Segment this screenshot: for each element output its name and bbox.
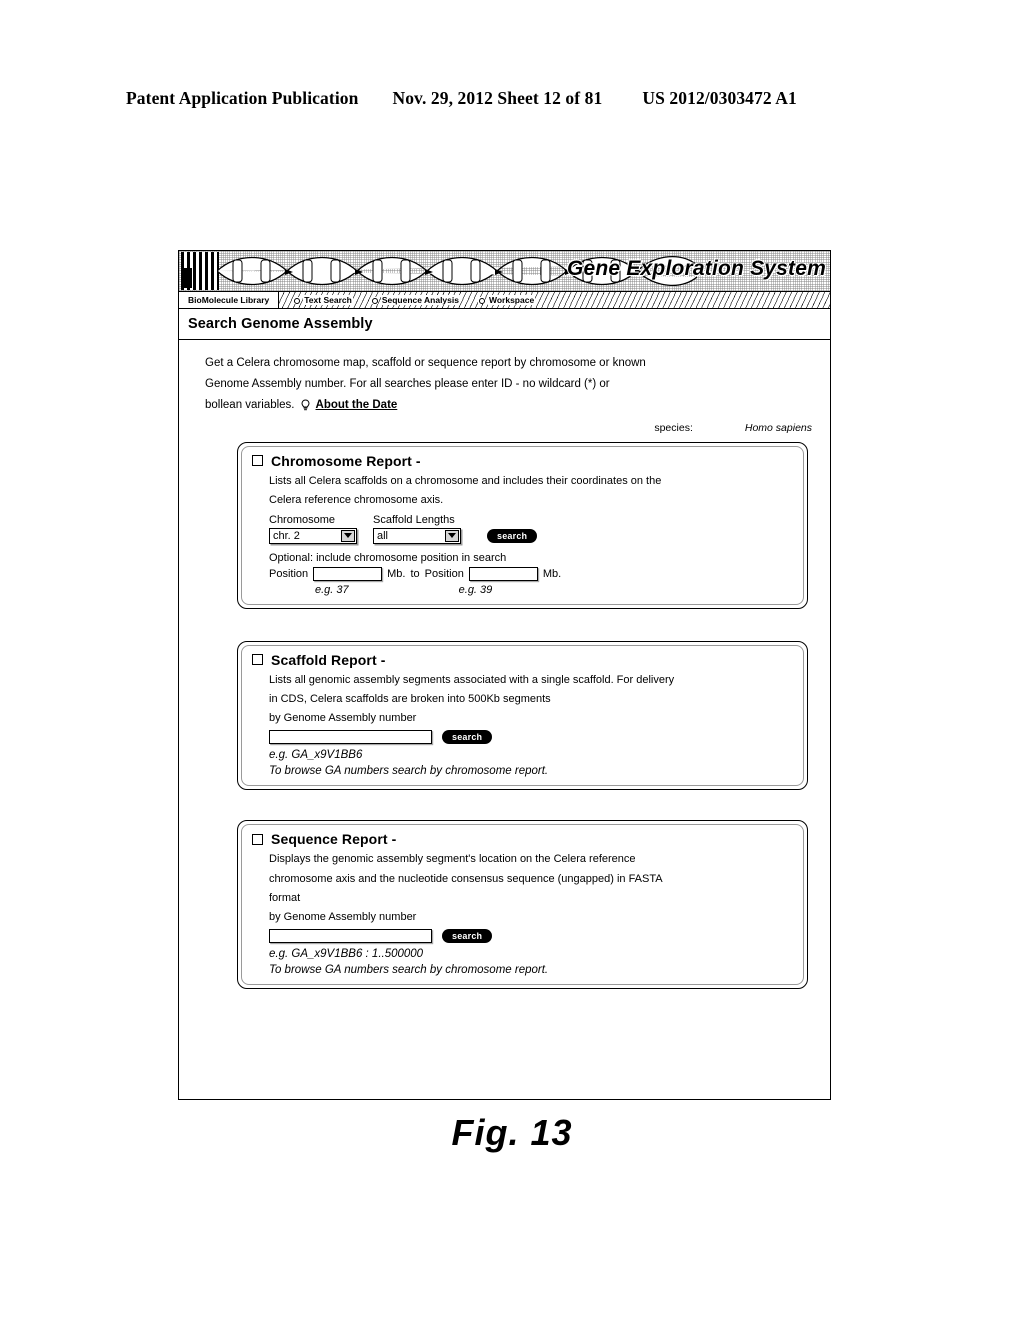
scaffold-report-desc-2: in CDS, Celera scaffolds are broken into… <box>269 693 551 706</box>
nav-tab-text-search[interactable]: Text Search <box>289 292 357 308</box>
scaffold-ga-number-input[interactable] <box>269 730 432 745</box>
nav-tab-label: Text Search <box>303 295 353 305</box>
position-label-end: Position <box>424 567 464 580</box>
chromosome-report-header: Chromosome Report - <box>252 453 795 469</box>
page-title: Search Genome Assembly <box>188 316 373 332</box>
patent-header-number: US 2012/0303472 A1 <box>642 88 797 108</box>
nav-tab-label: Workspace <box>487 295 536 305</box>
chevron-down-icon[interactable] <box>445 529 459 542</box>
sequence-report-desc-4: by Genome Assembly number <box>269 910 417 923</box>
sequence-report-body: Displays the genomic assembly segment's … <box>252 852 795 976</box>
chromosome-optional-text: Optional: include chromosome position in… <box>269 551 507 564</box>
scaffold-example-text: e.g. GA_x9V1BB6 <box>269 749 363 762</box>
intro-line-1: Get a Celera chromosome map, scaffold or… <box>205 357 646 369</box>
scaffold-report-panel: Scaffold Report - Lists all genomic asse… <box>237 640 810 792</box>
position-unit-start: Mb. <box>387 567 406 580</box>
about-the-date-link[interactable]: About the Date <box>316 398 398 413</box>
sequence-example-text: e.g. GA_x9V1BB6 : 1..500000 <box>269 948 424 961</box>
application-window: Gene Exploration System BioMolecule Libr… <box>178 250 831 1100</box>
position-to-label: to <box>410 567 420 580</box>
chromosome-select-value: chr. 2 <box>273 529 300 542</box>
position-examples-row: e.g. 37 e.g. 39 <box>269 584 795 596</box>
sequence-report-checkbox[interactable] <box>252 833 263 845</box>
sequence-ga-number-input[interactable] <box>269 929 432 944</box>
patent-header-left: Patent Application Publication <box>126 88 359 108</box>
chromosome-search-button[interactable]: search <box>487 528 538 543</box>
scaffold-report-desc-1: Lists all genomic assembly segments asso… <box>269 673 675 686</box>
position-example-end: e.g. 39 <box>458 583 493 596</box>
chromosome-report-desc-2: Celera reference chromosome axis. <box>269 493 444 506</box>
intro-paragraph: Get a Celera chromosome map, scaffold or… <box>205 356 816 414</box>
app-title: Gene Exploration System <box>566 257 826 280</box>
chromosome-select-label: Chromosome <box>269 513 336 526</box>
patent-header-date: Nov. 29, 2012 Sheet 12 of 81 <box>392 88 603 108</box>
chromosome-report-checkbox[interactable] <box>252 455 263 467</box>
app-banner: Gene Exploration System <box>179 251 830 292</box>
intro-line-2: Genome Assembly number. For all searches… <box>205 378 610 391</box>
scaffold-length-select[interactable]: all <box>373 527 461 544</box>
main-navbar: BioMolecule Library Text Search Sequence… <box>179 292 830 309</box>
scaffold-note-text: To browse GA numbers search by chromosom… <box>269 765 549 778</box>
nav-tab-label: BioMolecule Library <box>188 295 270 305</box>
sequence-report-header: Sequence Report - <box>252 831 795 847</box>
chromosome-report-title: Chromosome Report - <box>271 452 421 469</box>
chromosome-field-row: chr. 2 all search <box>269 527 795 544</box>
scaffold-length-select-value: all <box>377 529 389 542</box>
page-content: Get a Celera chromosome map, scaffold or… <box>179 340 830 999</box>
scaffold-report-desc-3: by Genome Assembly number <box>269 712 417 725</box>
nav-tab-workspace[interactable]: Workspace <box>474 292 539 308</box>
species-row: species: Homo sapiens <box>205 422 816 434</box>
intro-line-3: bollean variables. <box>205 399 295 412</box>
scaffold-report-checkbox[interactable] <box>252 654 263 666</box>
nav-tab-biomolecule-library[interactable]: BioMolecule Library <box>179 292 280 308</box>
position-end-input[interactable] <box>468 566 538 581</box>
scaffold-search-button[interactable]: search <box>442 730 493 745</box>
chromosome-report-panel: Chromosome Report - Lists all Celera sca… <box>237 441 810 612</box>
sequence-report-desc-1: Displays the genomic assembly segment's … <box>269 853 636 866</box>
species-label: species: <box>654 421 693 434</box>
position-example-start: e.g. 37 <box>315 583 349 596</box>
bullet-icon <box>293 296 301 304</box>
scaffold-input-row: search <box>269 730 795 745</box>
species-value: Homo sapiens <box>744 421 812 434</box>
sequence-input-row: search <box>269 929 795 944</box>
scaffold-report-body: Lists all genomic assembly segments asso… <box>252 673 795 778</box>
position-unit-end: Mb. <box>542 567 562 580</box>
nav-tab-label: Sequence Analysis <box>380 295 460 305</box>
sequence-report-panel: Sequence Report - Displays the genomic a… <box>237 820 810 991</box>
sequence-search-button[interactable]: search <box>442 929 493 944</box>
patent-header: Patent Application Publication Nov. 29, … <box>126 88 898 109</box>
chromosome-report-desc-1: Lists all Celera scaffolds on a chromoso… <box>269 474 662 487</box>
chevron-down-icon[interactable] <box>341 529 355 542</box>
position-row: Position Mb. to Position Mb. <box>269 566 795 581</box>
scaffold-length-select-label: Scaffold Lengths <box>373 513 455 526</box>
chromosome-field-labels: Chromosome Scaffold Lengths <box>269 514 795 526</box>
lightbulb-icon <box>300 399 311 412</box>
sequence-report-desc-3: format <box>269 891 301 904</box>
checkered-logo-icon <box>181 252 219 290</box>
intro-line-3-row: bollean variables. About the Date <box>205 398 816 413</box>
scaffold-report-header: Scaffold Report - <box>252 652 795 668</box>
chromosome-select[interactable]: chr. 2 <box>269 527 357 544</box>
sequence-report-desc-2: chromosome axis and the nucleotide conse… <box>269 872 663 885</box>
chromosome-report-body: Lists all Celera scaffolds on a chromoso… <box>252 474 795 596</box>
figure-caption: Fig. 13 <box>451 1112 573 1153</box>
nav-tab-sequence-analysis[interactable]: Sequence Analysis <box>367 292 464 308</box>
position-start-input[interactable] <box>313 566 383 581</box>
sequence-note-text: To browse GA numbers search by chromosom… <box>269 964 549 977</box>
sequence-report-title: Sequence Report - <box>271 831 397 848</box>
page-title-bar: Search Genome Assembly <box>179 309 830 340</box>
bullet-icon <box>477 296 485 304</box>
scaffold-report-title: Scaffold Report - <box>271 651 386 668</box>
bullet-icon <box>370 296 378 304</box>
position-label-start: Position <box>269 567 309 580</box>
